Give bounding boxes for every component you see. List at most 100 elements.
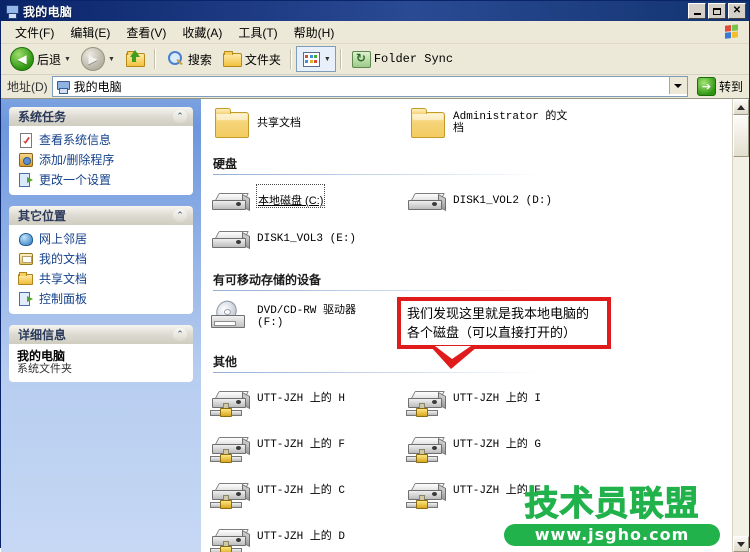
scroll-down-button[interactable]	[733, 536, 749, 552]
views-dropdown-icon[interactable]: ▼	[324, 56, 331, 63]
list-item-label: UTT-JZH 上的 G	[453, 439, 542, 451]
address-dropdown-icon[interactable]	[668, 77, 687, 94]
maximize-button[interactable]	[708, 3, 726, 19]
section-heading: 有可移动存储的设备	[213, 273, 322, 287]
sidebar-item-change-setting[interactable]: 更改一个设置	[17, 171, 187, 188]
folder-icon	[405, 107, 449, 141]
chevron-up-icon[interactable]: ⌃	[173, 110, 187, 123]
minimize-button[interactable]	[688, 3, 706, 19]
panel-other-places-body: 网上邻居 我的文档 共享文档 控制面板	[9, 225, 193, 314]
scrollbar-track[interactable]	[733, 115, 749, 536]
address-value: 我的电脑	[73, 80, 122, 94]
network-drive-icon	[209, 521, 253, 552]
folder-sync-button[interactable]: Folder Sync	[346, 46, 458, 72]
network-drive-icon	[405, 383, 449, 417]
sidebar-item-shared-documents[interactable]: 共享文档	[17, 270, 187, 287]
panel-details-title: 详细信息	[18, 328, 67, 342]
hard-disk-group: 本地磁盘 (C:) DISK1_VOL2 (D:) DISK1_VOL3 (E:…	[201, 175, 733, 259]
list-item-label: DVD/CD-RW 驱动器 (F:)	[257, 305, 357, 329]
go-button[interactable]: ➔ 转到	[693, 77, 747, 96]
list-item[interactable]: UTT-JZH 上的 F	[209, 427, 405, 473]
title-bar: 我的电脑 ✕	[1, 1, 749, 21]
my-computer-icon	[4, 4, 19, 19]
folders-button[interactable]: 文件夹	[217, 46, 286, 72]
list-item-label: UTT-JZH 上的 I	[453, 393, 542, 405]
list-item-label: UTT-JZH 上的 C	[257, 485, 346, 497]
list-item[interactable]: 共享文档	[209, 105, 405, 143]
menu-edit[interactable]: 编辑(E)	[62, 22, 118, 43]
vertical-scrollbar[interactable]	[732, 99, 749, 552]
panel-other-places-title: 其它位置	[18, 209, 67, 223]
up-button[interactable]	[120, 46, 150, 72]
list-item-label: 共享文档	[257, 117, 301, 129]
toolbar-separator-2	[289, 49, 292, 69]
back-button[interactable]: ◀ 后退 ▼	[5, 46, 76, 72]
panel-other-places-header[interactable]: 其它位置 ⌃	[9, 206, 193, 225]
sidebar-item-control-panel[interactable]: 控制面板	[17, 290, 187, 307]
menu-view[interactable]: 查看(V)	[118, 22, 174, 43]
panel-system-tasks-header[interactable]: 系统任务 ⌃	[9, 107, 193, 126]
hard-disk-icon	[405, 185, 449, 219]
forward-button[interactable]: ▶ ▼	[76, 46, 120, 72]
list-item[interactable]: UTT-JZH 上的 D	[209, 519, 405, 552]
watermark-url: www.jsgho.com	[504, 524, 720, 546]
sidebar-item-view-system-info[interactable]: 查看系统信息	[17, 131, 187, 148]
shared-documents-icon	[17, 271, 33, 286]
sidebar-item-label: 控制面板	[39, 292, 88, 306]
scrollbar-thumb[interactable]	[733, 115, 749, 157]
back-label: 后退	[37, 52, 62, 67]
list-item[interactable]: DVD/CD-RW 驱动器 (F:)	[209, 297, 405, 337]
scroll-up-button[interactable]	[733, 99, 749, 115]
views-button[interactable]: ▼	[295, 46, 336, 72]
list-item[interactable]: Administrator 的文档	[405, 105, 601, 143]
menu-help[interactable]: 帮助(H)	[286, 22, 343, 43]
section-removable-storage: 有可移动存储的设备	[201, 271, 733, 291]
panel-details-header[interactable]: 详细信息 ⌃	[9, 325, 193, 344]
menu-bar: 文件(F) 编辑(E) 查看(V) 收藏(A) 工具(T) 帮助(H)	[1, 21, 749, 44]
sidebar-item-label: 网上邻居	[39, 232, 88, 246]
menu-favorites[interactable]: 收藏(A)	[174, 22, 230, 43]
list-item-label: UTT-JZH 上的 D	[257, 531, 346, 543]
details-item-type: 系统文件夹	[17, 363, 72, 375]
close-button[interactable]: ✕	[728, 3, 746, 19]
address-my-computer-icon	[56, 80, 70, 94]
sidebar-item-label: 共享文档	[39, 272, 88, 286]
address-label: 地址(D)	[7, 80, 48, 94]
list-item[interactable]: UTT-JZH 上的 G	[405, 427, 601, 473]
sidebar-item-label: 添加/删除程序	[39, 153, 115, 167]
panel-system-tasks: 系统任务 ⌃ 查看系统信息 添加/删除程序 更改一个设置	[9, 107, 193, 195]
list-item[interactable]: 本地磁盘 (C:)	[209, 183, 405, 221]
explorer-window: 我的电脑 ✕ 文件(F) 编辑(E) 查看(V) 收藏(A) 工具(T) 帮助(…	[0, 0, 750, 552]
chevron-up-icon[interactable]: ⌃	[173, 209, 187, 222]
search-icon	[165, 50, 185, 68]
list-item[interactable]: DISK1_VOL2 (D:)	[405, 183, 601, 221]
back-dropdown-icon[interactable]: ▼	[64, 56, 71, 63]
list-item[interactable]: UTT-JZH 上的 C	[209, 473, 405, 519]
sidebar-item-my-documents[interactable]: 我的文档	[17, 250, 187, 267]
sidebar-item-add-remove-programs[interactable]: 添加/删除程序	[17, 151, 187, 168]
section-heading: 硬盘	[213, 157, 238, 171]
search-label: 搜索	[187, 52, 212, 67]
address-input[interactable]: 我的电脑	[51, 76, 688, 97]
system-info-icon	[17, 132, 33, 148]
section-heading: 其他	[213, 355, 238, 369]
list-item[interactable]: UTT-JZH 上的 H	[209, 381, 405, 427]
watermark: 技术员联盟 www.jsgho.com	[504, 487, 720, 546]
forward-dropdown-icon[interactable]: ▼	[108, 56, 115, 63]
sidebar-item-label: 我的文档	[39, 252, 88, 266]
panel-details-body: 我的电脑 系统文件夹	[9, 344, 193, 382]
annotation-callout: 我们发现这里就是我本地电脑的各个磁盘（可以直接打开的）	[397, 297, 611, 349]
folder-icon	[209, 107, 253, 141]
list-item[interactable]: DISK1_VOL3 (E:)	[209, 221, 405, 259]
chevron-up-icon[interactable]: ⌃	[173, 328, 187, 341]
sidebar-item-network-places[interactable]: 网上邻居	[17, 230, 187, 247]
go-arrow-icon: ➔	[696, 77, 716, 96]
details-item-name: 我的电脑	[17, 349, 66, 363]
menu-tools[interactable]: 工具(T)	[230, 22, 285, 43]
panel-other-places: 其它位置 ⌃ 网上邻居 我的文档 共享文档 控制面板	[9, 206, 193, 314]
menu-file[interactable]: 文件(F)	[7, 22, 62, 43]
list-item[interactable]: UTT-JZH 上的 I	[405, 381, 601, 427]
search-button[interactable]: 搜索	[160, 46, 217, 72]
change-setting-icon	[17, 172, 33, 187]
window-title: 我的电脑	[23, 4, 73, 19]
